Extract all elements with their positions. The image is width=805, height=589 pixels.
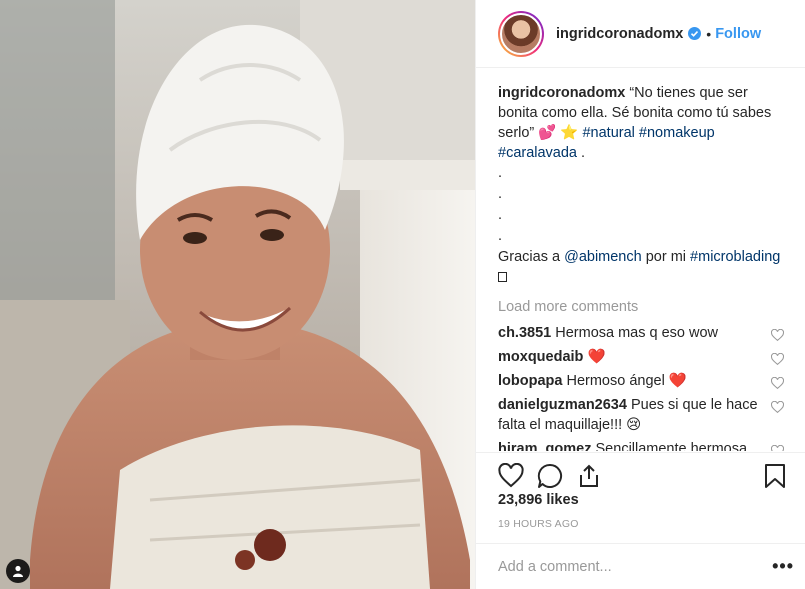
avatar[interactable] <box>498 10 544 57</box>
comment-bubble-icon[interactable] <box>537 463 563 489</box>
hashtag-link[interactable]: #microblading <box>690 249 780 265</box>
comment-row: lobopapa Hermoso ángel ❤️ <box>498 371 784 391</box>
comment-like-heart-icon[interactable] <box>771 377 784 390</box>
comment-like-heart-icon[interactable] <box>771 353 784 366</box>
caption-thanks-mid: por mi <box>645 249 687 265</box>
likes-count[interactable]: 23,896 likes <box>498 492 579 508</box>
post-view: ingridcoronadomx • Follow ingridcoronado… <box>0 0 805 589</box>
post-caption: ingridcoronadomx “No tienes que ser boni… <box>498 83 784 287</box>
post-sidebar: ingridcoronadomx • Follow ingridcoronado… <box>475 0 805 589</box>
follow-button[interactable]: Follow <box>715 26 761 42</box>
caption-thanks-prefix: Gracias a <box>498 249 561 265</box>
header-username[interactable]: ingridcoronadomx <box>556 26 683 42</box>
comment-like-heart-icon[interactable] <box>771 401 784 414</box>
comment-username[interactable]: lobopapa <box>498 373 562 389</box>
tagged-user-button[interactable] <box>6 559 30 583</box>
comments-list[interactable]: ingridcoronadomx “No tienes que ser boni… <box>476 69 805 451</box>
caption-dot-line: . <box>498 207 503 223</box>
comment-row: danielguzman2634 Pues si que le hace fal… <box>498 395 784 435</box>
post-timestamp[interactable]: 19 HOURS AGO <box>498 518 579 530</box>
add-comment-section: ••• <box>476 543 805 589</box>
user-icon <box>13 565 23 577</box>
load-more-comments-button[interactable]: Load more comments <box>498 299 784 315</box>
comment-emoji: ❤️ <box>668 373 687 389</box>
mention-link[interactable]: @abimench <box>564 249 642 265</box>
share-upload-icon[interactable] <box>576 463 602 489</box>
separator-dot: • <box>706 25 712 42</box>
save-bookmark-icon[interactable] <box>762 463 788 489</box>
hashtag-link[interactable]: #natural <box>582 125 634 141</box>
comment-emoji: ❤️ <box>587 349 606 365</box>
unknown-glyph-icon <box>498 272 507 282</box>
post-header: ingridcoronadomx • Follow <box>476 0 805 68</box>
comment-like-heart-icon[interactable] <box>771 445 784 451</box>
caption-emoji-hearts: 💕 <box>538 125 557 141</box>
photo-scene <box>0 0 475 589</box>
more-options-icon[interactable]: ••• <box>772 556 794 577</box>
comment-row: hiram_gomez Sencillamente hermosa besos … <box>498 439 784 451</box>
comment-username[interactable]: moxquedaib <box>498 349 583 365</box>
comment-like-heart-icon[interactable] <box>771 329 784 342</box>
caption-dot-line: . <box>498 165 503 181</box>
caption-dot-line: . <box>498 186 503 202</box>
comment-username[interactable]: hiram_gomez <box>498 441 591 451</box>
action-bar <box>476 452 805 492</box>
comment-text: Hermosa mas q eso wow <box>555 325 719 341</box>
caption-emoji-star: ⭐ <box>560 125 579 141</box>
verified-badge-icon <box>688 27 702 40</box>
caption-end: . <box>581 145 586 161</box>
caption-username[interactable]: ingridcoronadomx <box>498 85 625 101</box>
comment-username[interactable]: ch.3851 <box>498 325 551 341</box>
comment-row: moxquedaib ❤️ <box>498 347 784 367</box>
add-comment-input[interactable] <box>498 558 773 575</box>
comment-text: Hermoso ángel <box>566 373 665 389</box>
caption-dot-line: . <box>498 228 503 244</box>
hashtag-link[interactable]: #caralavada <box>498 145 577 161</box>
comment-row: ch.3851 Hermosa mas q eso wow <box>498 323 784 343</box>
hashtag-link[interactable]: #nomakeup <box>639 125 715 141</box>
post-photo[interactable] <box>0 0 475 589</box>
comment-username[interactable]: danielguzman2634 <box>498 397 627 413</box>
comment-emoji: 😢 <box>626 417 642 433</box>
like-heart-icon[interactable] <box>498 463 524 489</box>
